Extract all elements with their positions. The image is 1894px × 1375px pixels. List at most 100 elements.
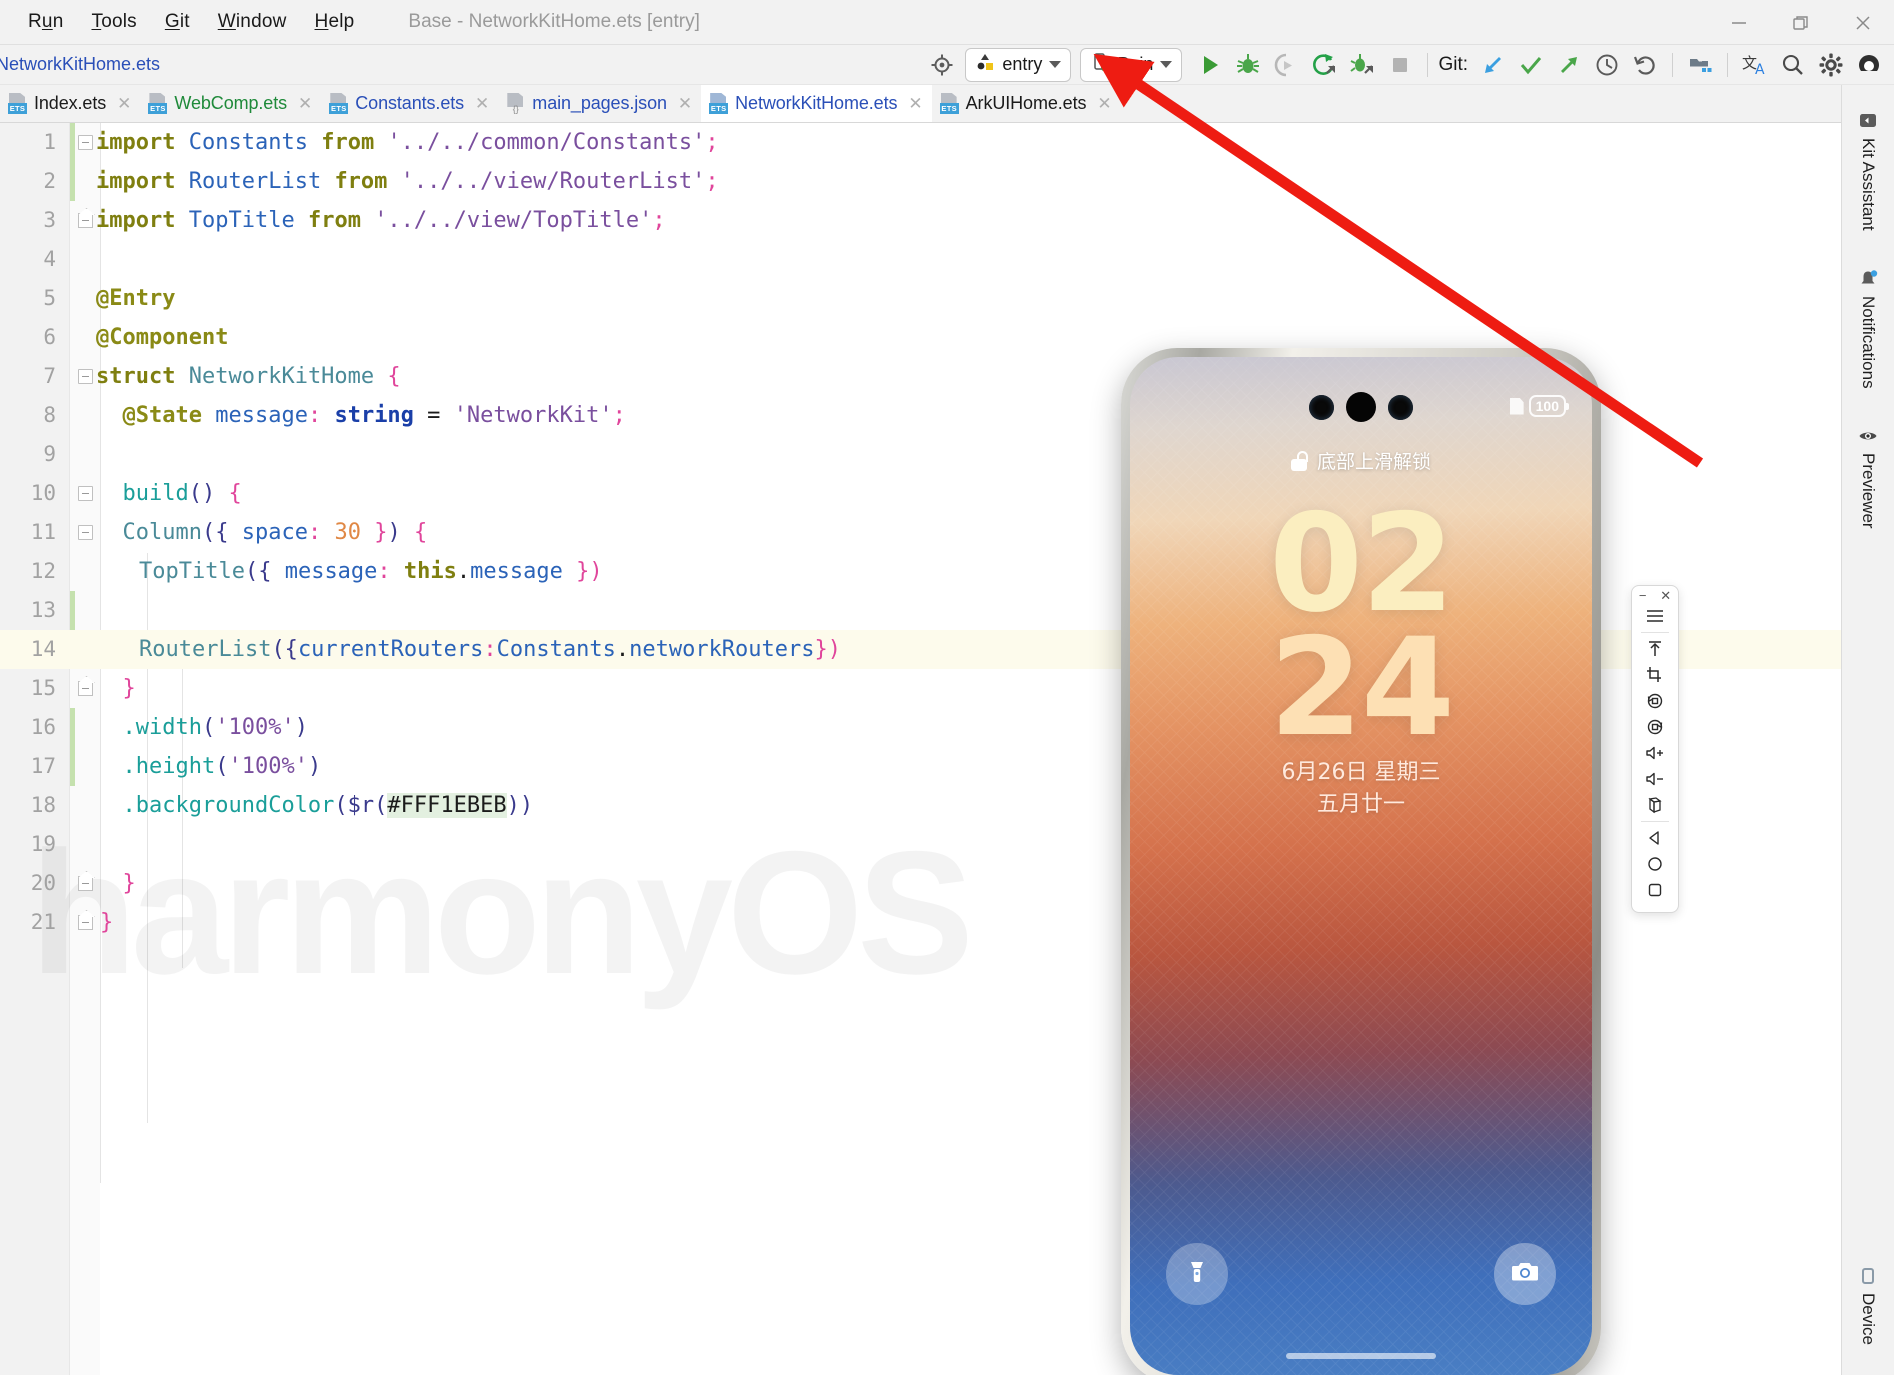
project-structure-button[interactable] xyxy=(1681,48,1719,82)
run-button[interactable] xyxy=(1191,48,1229,82)
fold-toggle-icon[interactable] xyxy=(78,369,93,384)
locate-icon[interactable] xyxy=(925,48,959,82)
close-icon[interactable]: ✕ xyxy=(298,94,312,114)
menu-item-help[interactable]: Help xyxy=(301,7,369,37)
breadcrumb[interactable]: NetworkKitHome.ets xyxy=(0,54,160,75)
git-commit-button[interactable] xyxy=(1512,48,1550,82)
emulator-rotate-left-button[interactable] xyxy=(1632,688,1678,714)
line-number: 9 xyxy=(43,442,56,466)
status-battery: 100 xyxy=(1509,395,1570,417)
tab-webcomp-ets[interactable]: ETS WebComp.ets ✕ xyxy=(140,85,321,122)
emulator-minimize-button[interactable]: − xyxy=(1639,589,1647,602)
emulator-power-button[interactable] xyxy=(1632,636,1678,662)
line-content: @Component xyxy=(96,325,229,350)
attach-debugger-button[interactable] xyxy=(1343,48,1381,82)
git-update-button[interactable] xyxy=(1474,48,1512,82)
kit-assistant-icon xyxy=(1858,111,1878,131)
right-tool-sidebar: Kit Assistant Notifications Previewer De… xyxy=(1841,85,1894,1375)
sidebar-item-kit-assistant[interactable]: Kit Assistant xyxy=(1858,99,1878,243)
line-number: 3 xyxy=(43,208,56,232)
git-history-button[interactable] xyxy=(1588,48,1626,82)
rerun-button[interactable] xyxy=(1305,48,1343,82)
close-icon[interactable]: ✕ xyxy=(1097,94,1111,114)
emulator-recents-button[interactable] xyxy=(1632,877,1678,903)
emulator-screenshot-button[interactable] xyxy=(1632,662,1678,688)
gear-icon[interactable] xyxy=(1812,48,1850,82)
ets-file-icon: ETS xyxy=(939,93,959,114)
fold-toggle-icon[interactable] xyxy=(78,135,93,150)
emulator-fold-button[interactable] xyxy=(1632,792,1678,818)
emulator-toolbar: − ✕ xyxy=(1631,585,1679,913)
fold-toggle-icon[interactable] xyxy=(78,915,93,930)
clock-minutes: 24 xyxy=(1269,609,1455,767)
emulator-volume-down-button[interactable] xyxy=(1632,766,1678,792)
emulator-menu-button[interactable] xyxy=(1632,603,1678,629)
code-line: 3 import TopTitle from '../../view/TopTi… xyxy=(0,201,1841,240)
tab-arkuihome-ets[interactable]: ETS ArkUIHome.ets ✕ xyxy=(932,85,1121,122)
code-line: 5 @Entry xyxy=(0,279,1841,318)
line-content: @Entry xyxy=(96,286,176,311)
eye-icon xyxy=(1858,426,1878,446)
code-line: 2 import RouterList from '../../view/Rou… xyxy=(0,162,1841,201)
emulator-close-button[interactable]: ✕ xyxy=(1660,589,1671,602)
unlocked-padlock-icon xyxy=(1290,450,1308,471)
fold-toggle-icon[interactable] xyxy=(78,525,93,540)
camera-shortcut-button[interactable] xyxy=(1494,1243,1556,1305)
device-emulator-window[interactable]: 100 底部上滑解锁 02 24 6月26日 星期三 五月廿一 xyxy=(1121,348,1601,1375)
chevron-down-icon xyxy=(1049,61,1062,68)
device-selector[interactable]: Dxin xyxy=(1080,47,1183,82)
debug-button[interactable] xyxy=(1229,48,1267,82)
flashlight-shortcut-button[interactable] xyxy=(1166,1243,1228,1305)
module-icon xyxy=(975,52,995,77)
close-icon[interactable]: ✕ xyxy=(117,94,131,114)
menu-item-run[interactable]: Run xyxy=(14,7,77,37)
translate-icon[interactable]: 文 A xyxy=(1736,48,1774,82)
menu-item-git[interactable]: Git xyxy=(151,7,204,37)
menu-item-window[interactable]: Window xyxy=(204,7,301,37)
close-icon[interactable]: ✕ xyxy=(678,94,692,114)
close-icon[interactable] xyxy=(1832,0,1894,45)
search-icon[interactable] xyxy=(1774,48,1812,82)
window-controls xyxy=(1708,0,1894,45)
fold-toggle-icon[interactable] xyxy=(78,486,93,501)
git-rollback-button[interactable] xyxy=(1626,48,1664,82)
tab-index-ets[interactable]: ETS Index.ets ✕ xyxy=(0,85,140,122)
git-push-button[interactable] xyxy=(1550,48,1588,82)
sidebar-item-notifications[interactable]: Notifications xyxy=(1858,257,1878,401)
minimize-icon[interactable] xyxy=(1708,0,1770,45)
emulator-screen[interactable]: 100 底部上滑解锁 02 24 6月26日 星期三 五月廿一 xyxy=(1130,357,1592,1375)
run-with-coverage-button[interactable] xyxy=(1267,48,1305,82)
run-configuration-selector[interactable]: entry xyxy=(965,47,1072,82)
tab-constants-ets[interactable]: ETS Constants.ets ✕ xyxy=(321,85,498,122)
close-icon[interactable]: ✕ xyxy=(908,94,922,114)
fold-toggle-icon[interactable] xyxy=(78,681,93,696)
restore-icon[interactable] xyxy=(1770,0,1832,45)
line-number: 11 xyxy=(30,520,56,544)
camera-lens-icon xyxy=(1388,394,1413,420)
sidebar-item-device[interactable]: Device xyxy=(1858,1254,1878,1357)
menu-item-tools[interactable]: Tools xyxy=(77,7,150,37)
fold-toggle-icon[interactable] xyxy=(78,876,93,891)
tab-networkkithome-ets[interactable]: ETS NetworkKitHome.ets ✕ xyxy=(701,85,932,122)
tab-label: Constants.ets xyxy=(355,93,465,113)
sidebar-item-previewer[interactable]: Previewer xyxy=(1858,414,1878,541)
line-number: 4 xyxy=(43,247,56,271)
battery-icon xyxy=(1509,397,1524,415)
sidebar-item-label: Notifications xyxy=(1859,295,1878,389)
avatar-icon[interactable] xyxy=(1850,48,1888,82)
emulator-back-button[interactable] xyxy=(1632,825,1678,851)
chevron-down-icon xyxy=(1160,61,1173,68)
fold-toggle-icon[interactable] xyxy=(78,213,93,228)
emulator-rotate-right-button[interactable] xyxy=(1632,714,1678,740)
tab-main-pages-json[interactable]: {} main_pages.json ✕ xyxy=(498,85,701,122)
home-indicator[interactable] xyxy=(1286,1353,1436,1359)
code-line: 4 xyxy=(0,240,1841,279)
line-number: 1 xyxy=(43,130,56,154)
close-icon[interactable]: ✕ xyxy=(475,94,489,114)
date-gregorian: 6月26日 星期三 xyxy=(1281,760,1441,785)
flashlight-icon xyxy=(1182,1257,1212,1292)
stop-button[interactable] xyxy=(1381,48,1419,82)
emulator-home-button[interactable] xyxy=(1632,851,1678,877)
emulator-volume-up-button[interactable] xyxy=(1632,740,1678,766)
sidebar-item-label: Kit Assistant xyxy=(1859,138,1878,231)
